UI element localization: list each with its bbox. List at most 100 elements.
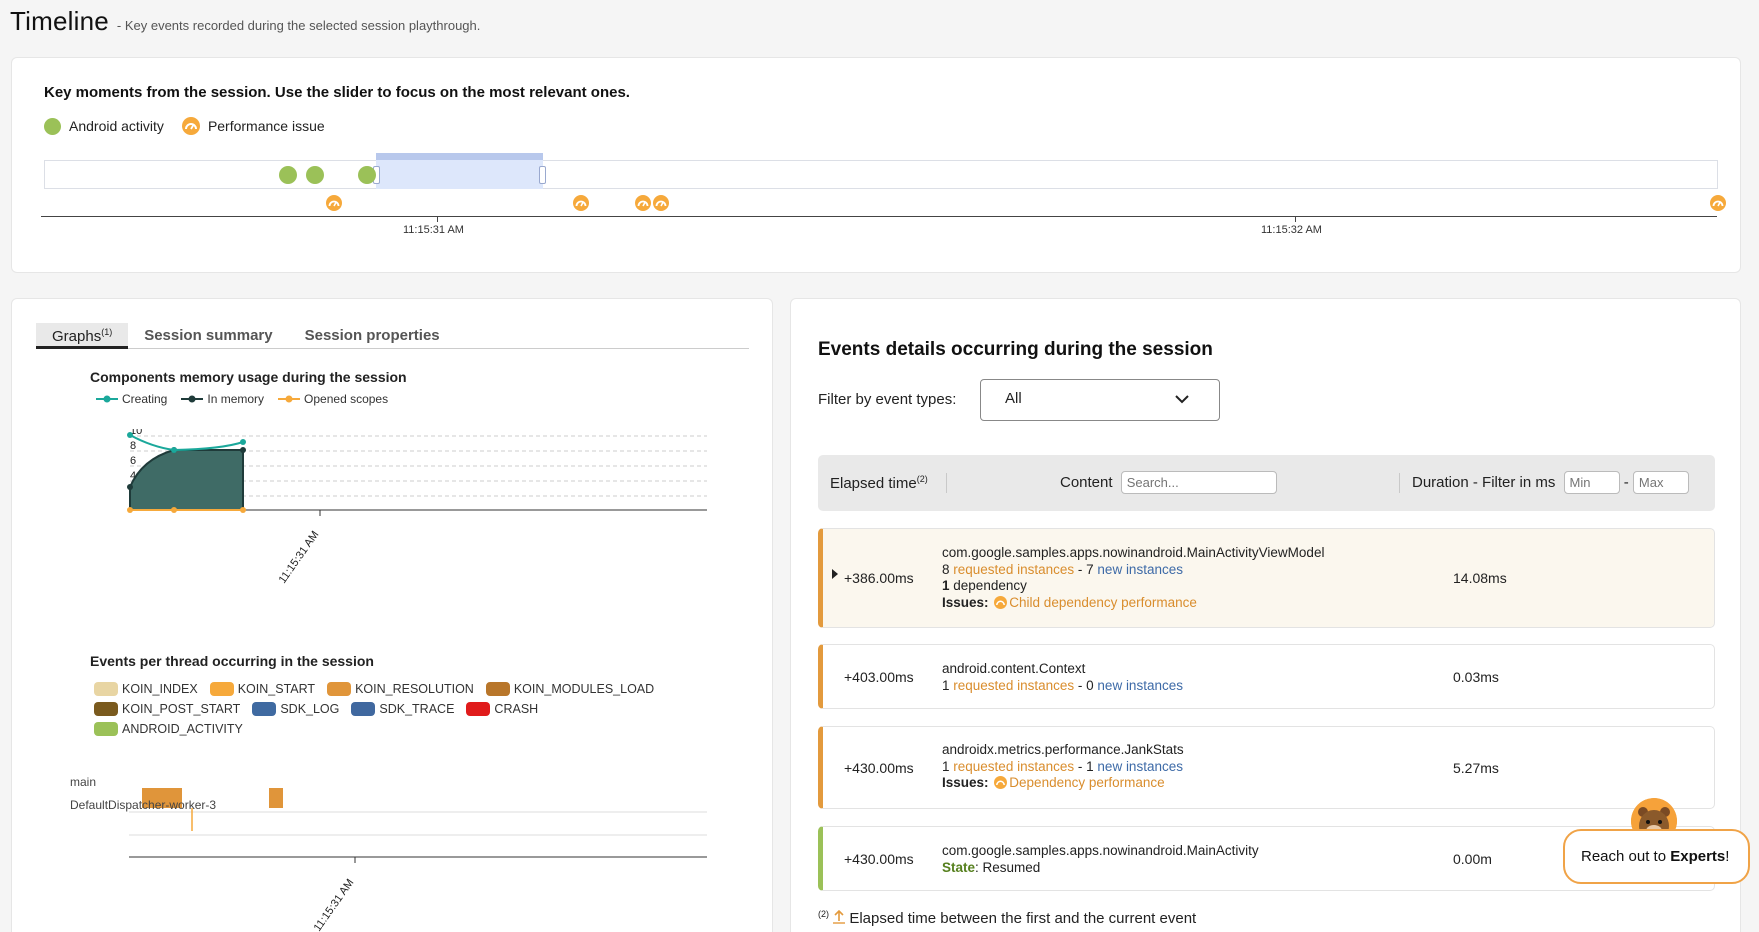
performance-gauge-icon: [994, 595, 1008, 609]
timeline-heading: Key moments from the session. Use the sl…: [44, 84, 630, 101]
legend-android-activity: Android activity: [44, 117, 164, 135]
event-component-name: android.content.Context: [942, 661, 1086, 676]
instances-separator: -: [1077, 561, 1083, 577]
event-dependencies: 1 dependency: [942, 578, 1324, 595]
legend-creating[interactable]: Creating: [96, 392, 167, 406]
timeline-tick: [1295, 216, 1296, 222]
thread-chart-title: Events per thread occurring in the sessi…: [90, 653, 374, 669]
legend-koin-post-start[interactable]: KOIN_POST_START: [94, 702, 240, 716]
legend-sdk-trace[interactable]: SDK_TRACE: [351, 702, 454, 716]
instances-separator: -: [1077, 758, 1083, 774]
android-activity-marker[interactable]: [358, 166, 376, 184]
tab-graphs[interactable]: Graphs(1): [36, 323, 129, 349]
legend-sdk-trace-label: SDK_TRACE: [379, 702, 455, 716]
legend-koin-start[interactable]: KOIN_START: [209, 682, 315, 696]
content-search-input[interactable]: [1120, 471, 1277, 494]
android-activity-marker[interactable]: [279, 166, 297, 184]
tab-session-summary[interactable]: Session summary: [128, 323, 288, 349]
legend-opened-scopes[interactable]: Opened scopes: [278, 392, 388, 406]
requested-count: 1: [942, 758, 950, 774]
creating-point[interactable]: [127, 432, 133, 438]
duration-min-input[interactable]: [1563, 471, 1620, 494]
koin-post-start-swatch: [94, 702, 118, 716]
thread-label-worker: DefaultDispatcher-worker-3: [70, 798, 217, 812]
events-title: Events details occurring during the sess…: [818, 339, 1213, 360]
event-issues: Issues: Child dependency performance: [942, 595, 1324, 612]
event-row[interactable]: +386.00ms com.google.samples.apps.nowina…: [818, 528, 1715, 628]
column-elapsed-time-footnote: (2): [916, 474, 928, 484]
koin-start-swatch: [209, 682, 234, 696]
legend-koin-index[interactable]: KOIN_INDEX: [94, 682, 198, 696]
creating-point[interactable]: [240, 439, 246, 445]
event-issues: Issues: Dependency performance: [942, 775, 1184, 792]
requested-label: requested instances: [953, 677, 1075, 693]
requested-count: 1: [942, 677, 950, 693]
opened-scopes-point[interactable]: [240, 507, 246, 513]
android-activity-marker[interactable]: [306, 166, 324, 184]
new-count: 1: [1086, 758, 1094, 774]
column-elapsed-time-label: Elapsed time: [830, 475, 917, 492]
events-table-header: Elapsed time(2) Content Duration - Filte…: [818, 455, 1715, 511]
experts-suffix: !: [1725, 848, 1730, 865]
legend-performance-issue-label: Performance issue: [207, 118, 325, 134]
android-activity-swatch: [94, 722, 118, 736]
legend-opened-scopes-label: Opened scopes: [304, 392, 389, 406]
opened-scopes-point[interactable]: [171, 507, 177, 513]
legend-koin-resolution[interactable]: KOIN_RESOLUTION: [327, 682, 474, 696]
expand-caret-icon[interactable]: [832, 569, 838, 579]
requested-count: 8: [942, 561, 950, 577]
performance-issue-marker-icon[interactable]: [1710, 195, 1726, 211]
duration-max-input[interactable]: [1632, 471, 1689, 494]
legend-koin-index-label: KOIN_INDEX: [122, 682, 198, 696]
thread-chart: 11:15:31 AM: [129, 788, 707, 932]
issue-text[interactable]: Child dependency performance: [1009, 595, 1197, 610]
timeline-axis: [41, 216, 1717, 217]
issue-text[interactable]: Dependency performance: [1009, 775, 1164, 790]
timeline-tick-label: 11:15:32 AM: [1261, 224, 1322, 236]
performance-issue-marker-icon[interactable]: [573, 195, 589, 211]
legend-android-activity-label: Android activity: [69, 118, 164, 134]
event-elapsed-time: +430.00ms: [844, 851, 914, 867]
requested-label: requested instances: [953, 758, 1075, 774]
performance-issue-marker-icon[interactable]: [653, 195, 669, 211]
experts-bold: Experts: [1670, 848, 1726, 865]
event-instances: 1 requested instances - 0 new instances: [942, 678, 1183, 695]
experts-prefix: Reach out to: [1581, 848, 1671, 865]
in-memory-point[interactable]: [240, 447, 246, 453]
slider-selection[interactable]: [376, 160, 543, 189]
legend-in-memory-label: In memory: [207, 392, 265, 406]
koin-index-swatch: [94, 682, 118, 696]
event-content: android.content.Context 1 requested inst…: [942, 661, 1183, 694]
event-row[interactable]: +403.00ms android.content.Context 1 requ…: [818, 644, 1715, 709]
legend-koin-post-start-label: KOIN_POST_START: [122, 702, 241, 716]
creating-line: [129, 434, 244, 452]
legend-koin-modules-load[interactable]: KOIN_MODULES_LOAD: [485, 682, 654, 696]
page-title: Timeline: [10, 6, 109, 36]
timeline-range-slider[interactable]: [373, 153, 546, 189]
tab-session-properties[interactable]: Session properties: [289, 323, 456, 349]
slider-handle-right[interactable]: [539, 166, 546, 184]
opened-scopes-point[interactable]: [127, 507, 133, 513]
koin-resolution-bar[interactable]: [269, 788, 283, 808]
event-duration: 0.03ms: [1453, 669, 1499, 685]
legend-performance-issue: Performance issue: [181, 117, 325, 135]
opened-scopes-line-icon: [278, 395, 301, 403]
memory-chart-title: Components memory usage during the sessi…: [90, 369, 407, 385]
event-type-filter-select[interactable]: All: [980, 379, 1220, 421]
reach-out-experts-button[interactable]: Reach out to Experts!: [1563, 829, 1750, 884]
in-memory-point[interactable]: [127, 484, 133, 490]
event-row[interactable]: +430.00ms androidx.metrics.performance.J…: [818, 726, 1715, 809]
creating-point[interactable]: [171, 447, 177, 453]
performance-issue-marker-icon[interactable]: [635, 195, 651, 211]
y-tick: 8: [130, 440, 136, 452]
legend-crash[interactable]: CRASH: [466, 702, 538, 716]
timeline-tick-label: 11:15:31 AM: [403, 224, 464, 236]
event-elapsed-time: +386.00ms: [844, 570, 914, 586]
column-elapsed-time[interactable]: Elapsed time(2): [830, 474, 928, 492]
event-component-name: com.google.samples.apps.nowinandroid.Mai…: [942, 843, 1259, 858]
performance-issue-marker-icon[interactable]: [326, 195, 342, 211]
legend-android-activity[interactable]: ANDROID_ACTIVITY: [94, 722, 243, 736]
legend-sdk-log[interactable]: SDK_LOG: [252, 702, 339, 716]
new-count: 0: [1086, 677, 1094, 693]
legend-in-memory[interactable]: In memory: [181, 392, 264, 406]
